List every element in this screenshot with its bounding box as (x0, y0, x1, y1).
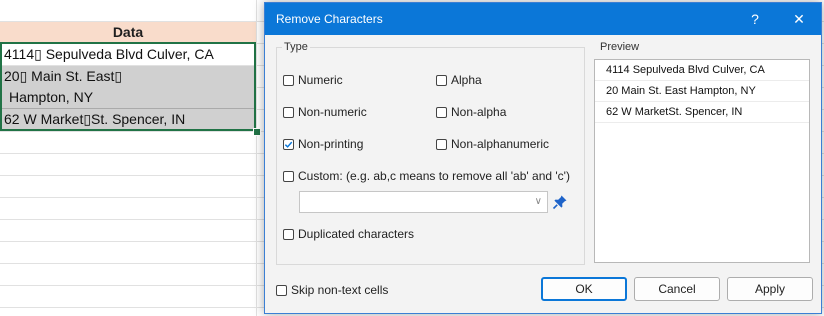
column-header-cell[interactable]: Data (0, 22, 256, 43)
checkbox[interactable] (283, 74, 294, 86)
checkbox[interactable] (283, 170, 294, 182)
chevron-down-icon[interactable]: ∨ (535, 196, 542, 207)
non-numeric-option[interactable]: Non-numeric (283, 105, 367, 119)
checkbox[interactable] (283, 228, 294, 240)
option-label: Non-alphanumeric (451, 137, 550, 151)
ok-button[interactable]: OK (541, 277, 627, 301)
type-group-label: Type (282, 41, 310, 53)
dialog-title: Remove Characters (276, 12, 383, 26)
preview-row: 20 Main St. East Hampton, NY (595, 81, 809, 102)
custom-characters-combobox[interactable]: ∨ (299, 191, 548, 213)
non-alphanumeric-option[interactable]: Non-alphanumeric (436, 137, 549, 151)
remove-characters-dialog: Remove Characters ? ✕ Type Numeric Alpha… (264, 2, 822, 314)
checkbox-checked[interactable] (283, 138, 294, 150)
preview-label: Preview (598, 41, 642, 53)
preview-row: 62 W MarketSt. Spencer, IN (595, 102, 809, 123)
option-label: Numeric (298, 73, 343, 87)
checkbox[interactable] (283, 106, 294, 118)
checkbox[interactable] (276, 284, 287, 296)
numeric-option[interactable]: Numeric (283, 73, 343, 87)
cancel-button[interactable]: Cancel (634, 277, 720, 301)
dialog-titlebar[interactable]: Remove Characters ? ✕ (265, 3, 821, 35)
option-label: Alpha (451, 73, 482, 87)
option-label: Duplicated characters (298, 227, 415, 241)
custom-option[interactable]: Custom: (e.g. ab,c means to remove all '… (283, 169, 570, 183)
fill-handle[interactable] (253, 128, 261, 136)
checkbox[interactable] (436, 74, 447, 86)
option-label: Non-printing (298, 137, 364, 151)
checkmark-icon (284, 141, 293, 148)
alpha-option[interactable]: Alpha (436, 73, 482, 87)
checkbox[interactable] (436, 138, 447, 150)
column-divider (256, 0, 257, 316)
option-label: Custom: (e.g. ab,c means to remove all '… (298, 169, 570, 183)
option-label: Non-alpha (451, 105, 507, 119)
selection-border (0, 42, 256, 131)
close-button[interactable]: ✕ (779, 3, 819, 35)
option-label: Non-numeric (298, 105, 367, 119)
help-button[interactable]: ? (735, 3, 775, 35)
pin-icon[interactable] (552, 194, 568, 210)
non-alpha-option[interactable]: Non-alpha (436, 105, 506, 119)
skip-non-text-cells-option[interactable]: Skip non-text cells (276, 283, 388, 297)
duplicated-characters-option[interactable]: Duplicated characters (283, 227, 414, 241)
checkbox[interactable] (436, 106, 447, 118)
non-printing-option[interactable]: Non-printing (283, 137, 363, 151)
option-label: Skip non-text cells (291, 283, 389, 297)
preview-row: 4114 Sepulveda Blvd Culver, CA (595, 60, 809, 81)
apply-button[interactable]: Apply (727, 277, 813, 301)
preview-list[interactable]: 4114 Sepulveda Blvd Culver, CA 20 Main S… (594, 59, 810, 263)
